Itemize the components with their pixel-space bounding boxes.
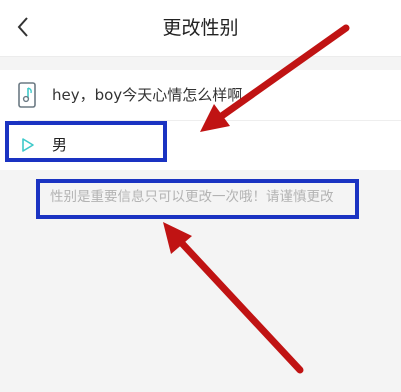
highlight-box-notice	[36, 179, 359, 219]
music-note-icon	[18, 82, 36, 112]
highlight-box-male-option	[5, 121, 167, 162]
header-bar: 更改性别	[0, 0, 401, 57]
greeting-row: hey，boy今天心情怎么样啊	[0, 70, 401, 120]
greeting-text: hey，boy今天心情怎么样啊	[52, 86, 243, 104]
arrow-bottom	[163, 222, 304, 374]
page-title: 更改性别	[162, 17, 239, 39]
